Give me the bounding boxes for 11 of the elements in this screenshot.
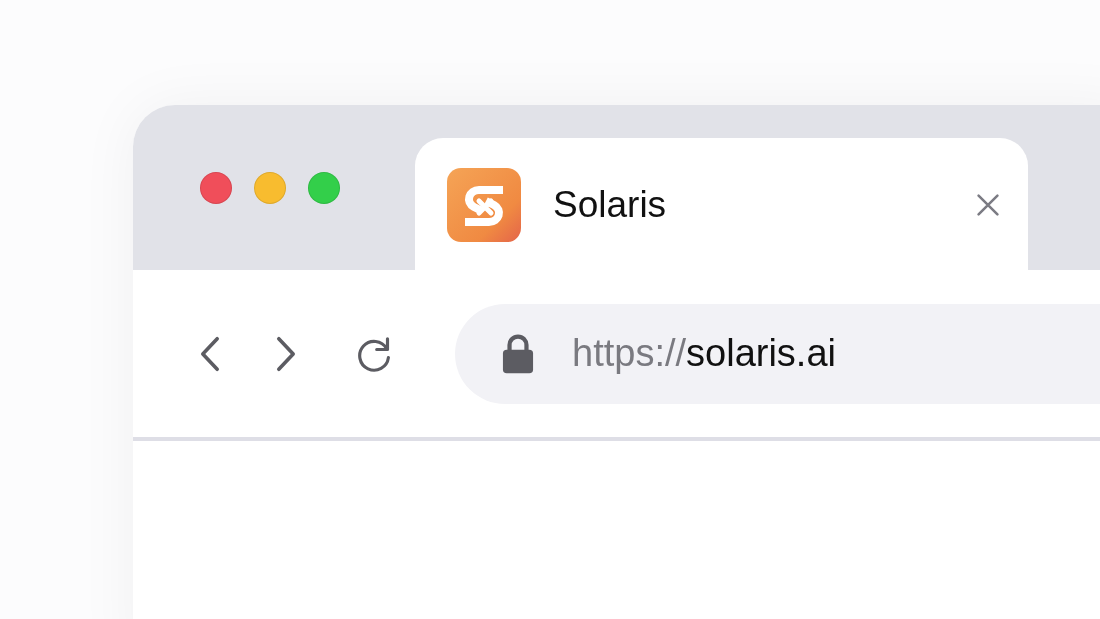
reload-icon[interactable] (356, 335, 392, 372)
lock-icon (502, 333, 534, 374)
url-text: https://solaris.ai (572, 332, 836, 375)
window-control-button[interactable] (200, 172, 232, 204)
browser-tab[interactable]: Solaris (415, 138, 1028, 270)
tab-title: Solaris (553, 183, 668, 227)
close-icon[interactable] (976, 193, 1000, 217)
logo-icon (447, 168, 521, 242)
address-bar[interactable]: https://solaris.ai (455, 303, 1100, 404)
forward-icon[interactable] (275, 335, 297, 372)
back-icon[interactable] (199, 335, 221, 372)
